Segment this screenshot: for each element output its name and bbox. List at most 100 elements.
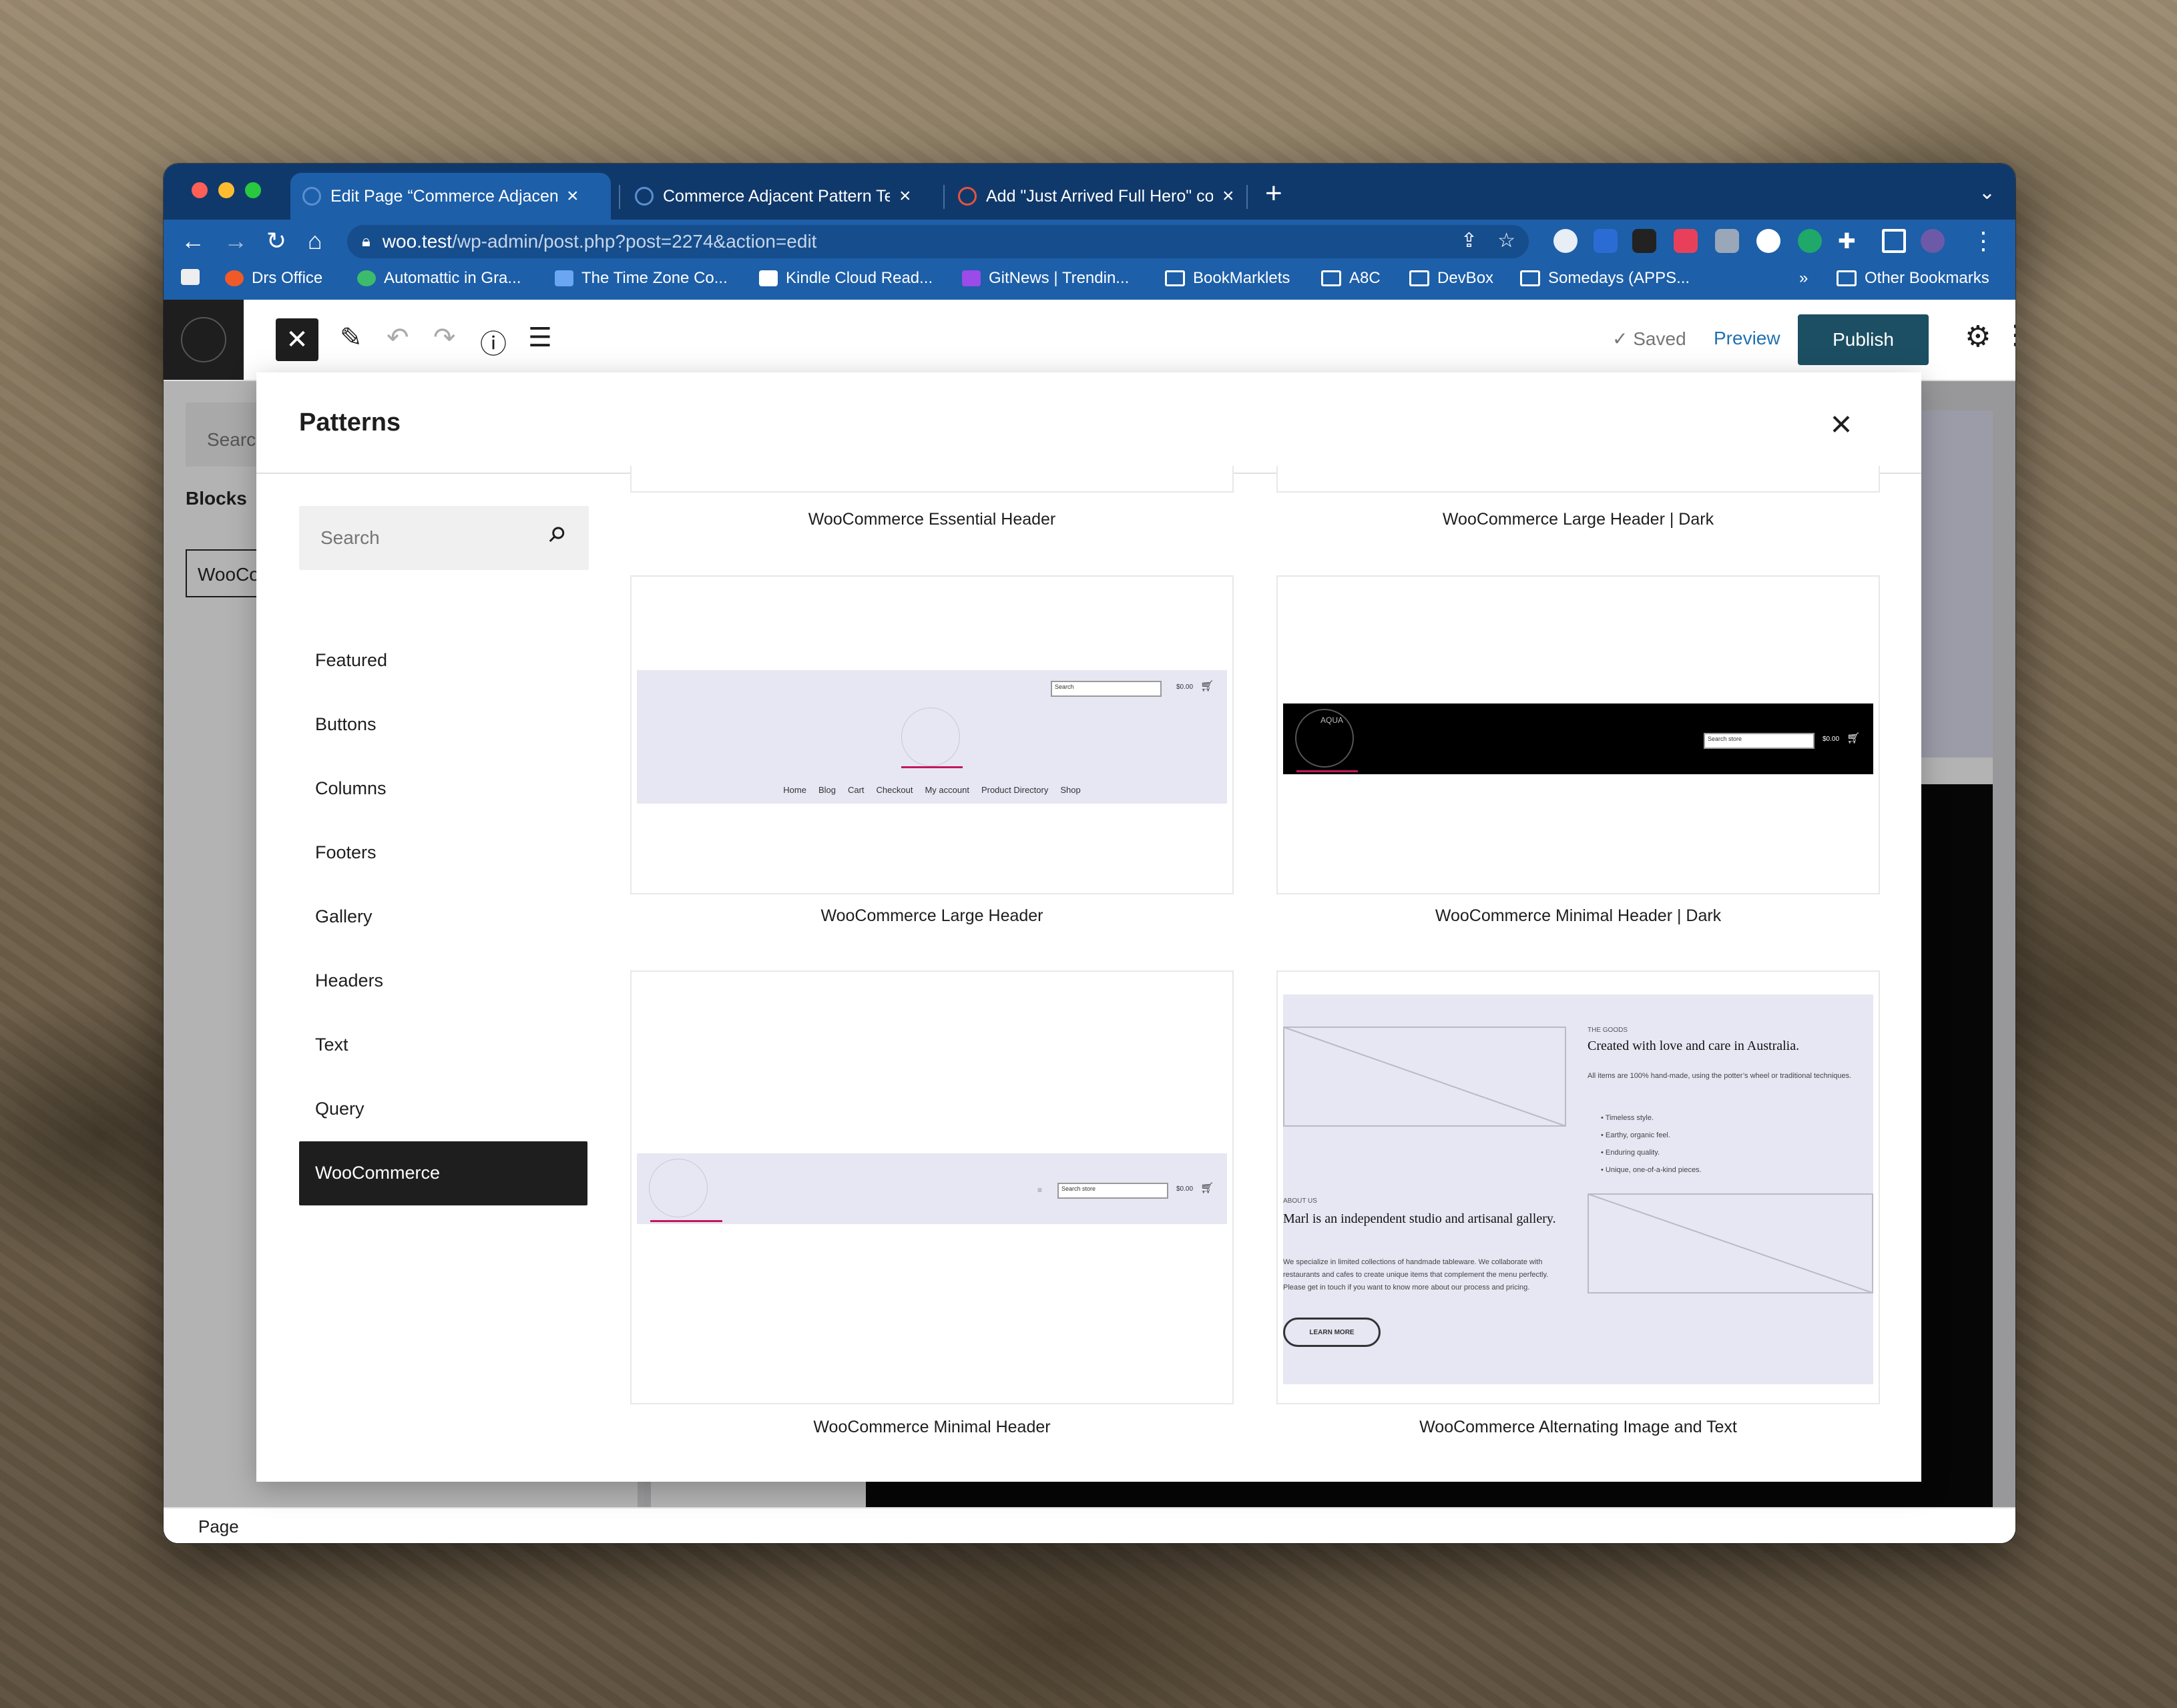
wordpress-favicon-icon: [635, 187, 654, 206]
preview-image-placeholder-1: [1283, 1027, 1566, 1127]
tab-close-icon[interactable]: ×: [567, 185, 579, 208]
wordpress-favicon-icon: [302, 187, 321, 206]
category-text[interactable]: Text: [299, 1013, 587, 1077]
preview-bullets: • Timeless style. • Earthy, organic feel…: [1601, 1114, 1702, 1174]
share-icon[interactable]: ⇪: [1461, 229, 1477, 252]
tab-separator: [943, 185, 945, 209]
category-woocommerce[interactable]: WooCommerce: [299, 1141, 587, 1205]
home-icon[interactable]: ⌂: [308, 226, 322, 256]
preview-header-band: Search $0.00 🛒︎ Home Blog Cart Checkout …: [637, 670, 1227, 804]
bookmark-favicon-icon: [357, 270, 376, 286]
preview-eyebrow: ABOUT US: [1283, 1197, 1317, 1205]
category-footers[interactable]: Footers: [299, 821, 587, 885]
bookmark-pencil[interactable]: [181, 269, 200, 285]
edit-pencil-icon[interactable]: ✎: [340, 322, 362, 353]
tab-title: Add "Just Arrived Full Hero" co: [986, 186, 1213, 206]
tab-search-chevron-icon[interactable]: ⌄: [1979, 181, 1995, 204]
bookmark-folder-bookmarklets[interactable]: BookMarklets: [1165, 269, 1290, 288]
tab-commerce-adjacent[interactable]: Commerce Adjacent Pattern Te ×: [623, 173, 943, 220]
category-columns[interactable]: Columns: [299, 757, 587, 821]
bookmark-time-zone[interactable]: The Time Zone Co...: [555, 269, 728, 288]
bookmarks-overflow[interactable]: »: [1799, 269, 1808, 288]
profile-avatar[interactable]: [1921, 229, 1945, 253]
extension-2-icon[interactable]: [1594, 229, 1618, 253]
address-bar[interactable]: 🔒︎ woo.test/wp-admin/post.php?post=2274&…: [347, 225, 1529, 258]
pattern-card-large-header-dark[interactable]: [1276, 466, 1880, 493]
pocket-icon[interactable]: [1674, 229, 1698, 253]
tab-close-icon[interactable]: ×: [1222, 185, 1234, 208]
preview-cart-icon: 🛒︎: [1200, 1183, 1214, 1194]
pattern-card-minimal-header-dark[interactable]: AQUA Search store $0.00 🛒︎: [1276, 575, 1880, 894]
category-query[interactable]: Query: [299, 1077, 587, 1141]
tab-add-just-arrived[interactable]: Add "Just Arrived Full Hero" co ×: [946, 173, 1266, 220]
preview-heading: Marl is an independent studio and artisa…: [1283, 1211, 1556, 1226]
forward-arrow-icon[interactable]: →: [224, 226, 248, 256]
browser-menu-icon[interactable]: ⋮: [1971, 226, 1995, 256]
side-panel-icon[interactable]: [1882, 229, 1906, 253]
pattern-label: WooCommerce Alternating Image and Text: [1419, 1418, 1737, 1436]
preview-logo-text: AQUA: [1320, 716, 1344, 725]
pattern-card-large-header[interactable]: Search $0.00 🛒︎ Home Blog Cart Checkout …: [630, 575, 1234, 894]
pattern-card-minimal-header[interactable]: ≡ Search store $0.00 🛒︎: [630, 970, 1234, 1404]
bookmark-star-icon[interactable]: ☆: [1497, 229, 1515, 252]
pattern-label: WooCommerce Large Header: [820, 906, 1043, 925]
pattern-card-alternating-image-text[interactable]: THE GOODS Created with love and care in …: [1276, 970, 1880, 1404]
grammarly-icon[interactable]: [1798, 229, 1822, 253]
preview-header-band: ≡ Search store $0.00 🛒︎: [637, 1153, 1227, 1224]
pattern-label: WooCommerce Large Header | Dark: [1442, 510, 1714, 529]
category-headers[interactable]: Headers: [299, 949, 587, 1013]
search-icon: [549, 527, 565, 543]
extensions-puzzle-icon[interactable]: ✚: [1838, 226, 1856, 256]
extension-1-icon[interactable]: [1553, 229, 1578, 253]
breadcrumb-page[interactable]: Page: [198, 1516, 239, 1536]
category-buttons[interactable]: Buttons: [299, 693, 587, 757]
back-arrow-icon[interactable]: ←: [181, 226, 205, 256]
close-window-button[interactable]: [192, 182, 208, 198]
details-info-icon[interactable]: ⓘ: [480, 322, 507, 361]
bookmark-automattic[interactable]: Automattic in Gra...: [357, 269, 521, 288]
bookmark-favicon-icon: [555, 270, 573, 286]
reload-icon[interactable]: ↻: [266, 226, 286, 256]
pattern-card-essential-header[interactable]: [630, 466, 1234, 493]
tab-close-icon[interactable]: ×: [899, 185, 911, 208]
folder-icon: [1409, 270, 1429, 286]
extension-3-icon[interactable]: [1632, 229, 1656, 253]
pattern-search-input[interactable]: Search: [299, 506, 589, 570]
new-tab-plus-icon[interactable]: +: [1265, 177, 1282, 210]
url-text: woo.test/wp-admin/post.php?post=2274&act…: [382, 231, 817, 252]
preview-section: THE GOODS Created with love and care in …: [1283, 994, 1873, 1384]
extension-6-icon[interactable]: [1756, 229, 1780, 253]
options-menu-icon[interactable]: ⋮: [2002, 320, 2015, 350]
modal-close-icon[interactable]: ×: [1815, 396, 1868, 450]
tab-separator: [1246, 185, 1248, 209]
preview-nav: Home Blog Cart Checkout My account Produ…: [783, 785, 1081, 795]
close-inserter-button[interactable]: ✕: [276, 318, 318, 361]
bookmark-folder-devbox[interactable]: DevBox: [1409, 269, 1493, 288]
site-logo[interactable]: [164, 300, 244, 380]
extension-5-icon[interactable]: [1715, 229, 1739, 253]
minimize-window-button[interactable]: [218, 182, 234, 198]
pencil-icon: [181, 269, 200, 285]
tab-edit-page[interactable]: Edit Page “Commerce Adjacent Pattern Te …: [290, 173, 611, 220]
zoom-window-button[interactable]: [245, 182, 261, 198]
preview-button[interactable]: Preview: [1714, 328, 1780, 349]
bookmark-folder-somedays[interactable]: Somedays (APPS...: [1520, 269, 1690, 288]
search-placeholder: Search: [320, 527, 380, 548]
preview-logo: [649, 1159, 708, 1217]
preview-search-input: Search store: [1704, 733, 1815, 749]
bookmark-drs-office[interactable]: Drs Office: [225, 269, 322, 288]
bookmark-gitnews[interactable]: GitNews | Trendin...: [962, 269, 1129, 288]
category-featured[interactable]: Featured: [299, 629, 587, 693]
folder-icon: [1520, 270, 1540, 286]
redo-icon[interactable]: ↷: [433, 322, 456, 353]
publish-button[interactable]: Publish: [1798, 314, 1929, 365]
bookmark-folder-other[interactable]: Other Bookmarks: [1837, 269, 1989, 288]
settings-gear-icon[interactable]: ⚙: [1965, 320, 1991, 354]
bookmark-folder-a8c[interactable]: A8C: [1321, 269, 1381, 288]
undo-icon[interactable]: ↶: [387, 322, 409, 353]
bookmark-kindle[interactable]: Kindle Cloud Read...: [759, 269, 933, 288]
list-view-icon[interactable]: ☰: [528, 322, 552, 353]
folder-icon: [1321, 270, 1341, 286]
editor-header: ✕ ✎ ↶ ↷ ⓘ ☰ ✓ Saved Preview Publish ⚙ ⋮: [164, 300, 2015, 381]
category-gallery[interactable]: Gallery: [299, 885, 587, 949]
